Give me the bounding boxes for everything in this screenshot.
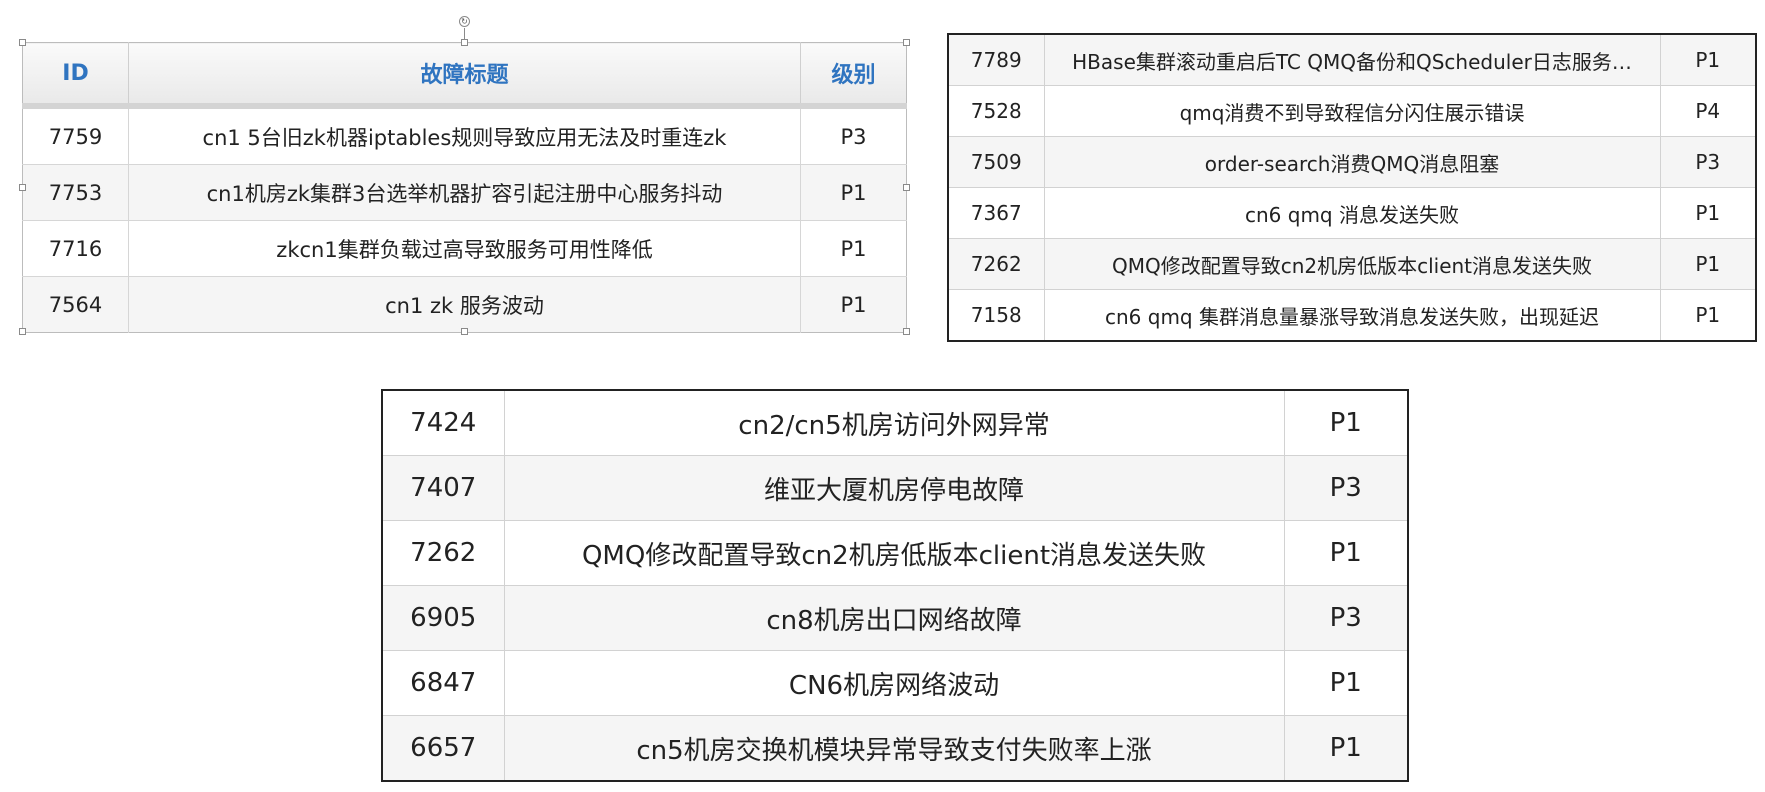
cell-id[interactable]: 7528 bbox=[948, 85, 1045, 137]
resize-handle-top-middle[interactable] bbox=[461, 39, 468, 46]
cell-title[interactable]: HBase集群滚动重启后TC QMQ备份和QScheduler日志服务… bbox=[1044, 34, 1661, 86]
incident-table-2: 7789 HBase集群滚动重启后TC QMQ备份和QScheduler日志服务… bbox=[947, 33, 1757, 342]
resize-handle-top-left[interactable] bbox=[19, 39, 26, 46]
table-row[interactable]: 7759 cn1 5台旧zk机器iptables规则导致应用无法及时重连zk P… bbox=[22, 106, 907, 165]
cell-title[interactable]: zkcn1集群负载过高导致服务可用性降低 bbox=[128, 220, 801, 277]
cell-level[interactable]: P3 bbox=[1284, 455, 1409, 521]
rotate-icon[interactable]: ↻ bbox=[459, 16, 470, 27]
cell-id[interactable]: 7509 bbox=[948, 136, 1045, 188]
incident-table-3: 7424 cn2/cn5机房访问外网异常 P1 7407 维亚大厦机房停电故障 … bbox=[381, 389, 1409, 782]
cell-level[interactable]: P3 bbox=[1660, 136, 1756, 188]
cell-id[interactable]: 7753 bbox=[22, 164, 129, 221]
cell-level[interactable]: P1 bbox=[1284, 390, 1409, 456]
cell-title[interactable]: cn2/cn5机房访问外网异常 bbox=[504, 390, 1285, 456]
cell-level[interactable]: P1 bbox=[800, 220, 907, 277]
cell-title[interactable]: cn1 zk 服务波动 bbox=[128, 276, 801, 333]
cell-title[interactable]: CN6机房网络波动 bbox=[504, 650, 1285, 716]
table-row[interactable]: 7424 cn2/cn5机房访问外网异常 P1 bbox=[382, 390, 1409, 456]
cell-title[interactable]: QMQ修改配置导致cn2机房低版本client消息发送失败 bbox=[504, 520, 1285, 586]
table-row[interactable]: 7262 QMQ修改配置导致cn2机房低版本client消息发送失败 P1 bbox=[382, 520, 1409, 586]
resize-handle-bottom-middle[interactable] bbox=[461, 328, 468, 335]
cell-title[interactable]: cn6 qmq 集群消息量暴涨导致消息发送失败，出现延迟 bbox=[1044, 289, 1661, 341]
incident-table-1: ID 故障标题 级别 7759 cn1 5台旧zk机器iptables规则导致应… bbox=[22, 42, 907, 333]
cell-title[interactable]: cn1机房zk集群3台选举机器扩容引起注册中心服务抖动 bbox=[128, 164, 801, 221]
cell-id[interactable]: 7564 bbox=[22, 276, 129, 333]
cell-level[interactable]: P1 bbox=[1284, 715, 1409, 781]
cell-id[interactable]: 7759 bbox=[22, 106, 129, 165]
column-header-title: 故障标题 bbox=[128, 42, 801, 109]
cell-id[interactable]: 7262 bbox=[382, 520, 505, 586]
cell-title[interactable]: order-search消费QMQ消息阻塞 bbox=[1044, 136, 1661, 188]
table-header-row: ID 故障标题 级别 bbox=[22, 42, 907, 109]
resize-handle-top-right[interactable] bbox=[903, 39, 910, 46]
cell-title[interactable]: QMQ修改配置导致cn2机房低版本client消息发送失败 bbox=[1044, 238, 1661, 290]
cell-title[interactable]: cn1 5台旧zk机器iptables规则导致应用无法及时重连zk bbox=[128, 106, 801, 165]
cell-level[interactable]: P3 bbox=[800, 106, 907, 165]
resize-handle-middle-right[interactable] bbox=[903, 184, 910, 191]
cell-level[interactable]: P1 bbox=[1660, 187, 1756, 239]
cell-id[interactable]: 7789 bbox=[948, 34, 1045, 86]
table-row[interactable]: 7262 QMQ修改配置导致cn2机房低版本client消息发送失败 P1 bbox=[948, 238, 1756, 290]
column-header-level: 级别 bbox=[800, 42, 907, 109]
cell-id[interactable]: 7716 bbox=[22, 220, 129, 277]
cell-level[interactable]: P1 bbox=[1660, 238, 1756, 290]
cell-level[interactable]: P1 bbox=[1660, 289, 1756, 341]
table-row[interactable]: 7528 qmq消费不到导致程信分闪住展示错误 P4 bbox=[948, 85, 1756, 137]
resize-handle-bottom-left[interactable] bbox=[19, 328, 26, 335]
cell-id[interactable]: 6905 bbox=[382, 585, 505, 651]
cell-title[interactable]: cn8机房出口网络故障 bbox=[504, 585, 1285, 651]
cell-title[interactable]: 维亚大厦机房停电故障 bbox=[504, 455, 1285, 521]
cell-id[interactable]: 7424 bbox=[382, 390, 505, 456]
cell-id[interactable]: 6847 bbox=[382, 650, 505, 716]
resize-handle-bottom-right[interactable] bbox=[903, 328, 910, 335]
table-row[interactable]: 7753 cn1机房zk集群3台选举机器扩容引起注册中心服务抖动 P1 bbox=[22, 164, 907, 221]
table-row[interactable]: 7789 HBase集群滚动重启后TC QMQ备份和QScheduler日志服务… bbox=[948, 34, 1756, 86]
cell-id[interactable]: 7158 bbox=[948, 289, 1045, 341]
table-row[interactable]: 6847 CN6机房网络波动 P1 bbox=[382, 650, 1409, 716]
cell-title[interactable]: qmq消费不到导致程信分闪住展示错误 bbox=[1044, 85, 1661, 137]
column-header-id: ID bbox=[22, 42, 129, 109]
cell-level[interactable]: P1 bbox=[1660, 34, 1756, 86]
cell-level[interactable]: P1 bbox=[800, 276, 907, 333]
table-row[interactable]: 7158 cn6 qmq 集群消息量暴涨导致消息发送失败，出现延迟 P1 bbox=[948, 289, 1756, 341]
cell-id[interactable]: 6657 bbox=[382, 715, 505, 781]
cell-level[interactable]: P4 bbox=[1660, 85, 1756, 137]
cell-id[interactable]: 7262 bbox=[948, 238, 1045, 290]
table-row[interactable]: 7564 cn1 zk 服务波动 P1 bbox=[22, 276, 907, 333]
cell-id[interactable]: 7407 bbox=[382, 455, 505, 521]
table-row[interactable]: 6905 cn8机房出口网络故障 P3 bbox=[382, 585, 1409, 651]
resize-handle-middle-left[interactable] bbox=[19, 184, 26, 191]
cell-id[interactable]: 7367 bbox=[948, 187, 1045, 239]
table-row[interactable]: 6657 cn5机房交换机模块异常导致支付失败率上涨 P1 bbox=[382, 715, 1409, 781]
cell-title[interactable]: cn5机房交换机模块异常导致支付失败率上涨 bbox=[504, 715, 1285, 781]
cell-level[interactable]: P1 bbox=[1284, 650, 1409, 716]
cell-level[interactable]: P1 bbox=[1284, 520, 1409, 586]
table-row[interactable]: 7509 order-search消费QMQ消息阻塞 P3 bbox=[948, 136, 1756, 188]
cell-level[interactable]: P1 bbox=[800, 164, 907, 221]
cell-title[interactable]: cn6 qmq 消息发送失败 bbox=[1044, 187, 1661, 239]
table-row[interactable]: 7407 维亚大厦机房停电故障 P3 bbox=[382, 455, 1409, 521]
cell-level[interactable]: P3 bbox=[1284, 585, 1409, 651]
table-row[interactable]: 7716 zkcn1集群负载过高导致服务可用性降低 P1 bbox=[22, 220, 907, 277]
table-row[interactable]: 7367 cn6 qmq 消息发送失败 P1 bbox=[948, 187, 1756, 239]
